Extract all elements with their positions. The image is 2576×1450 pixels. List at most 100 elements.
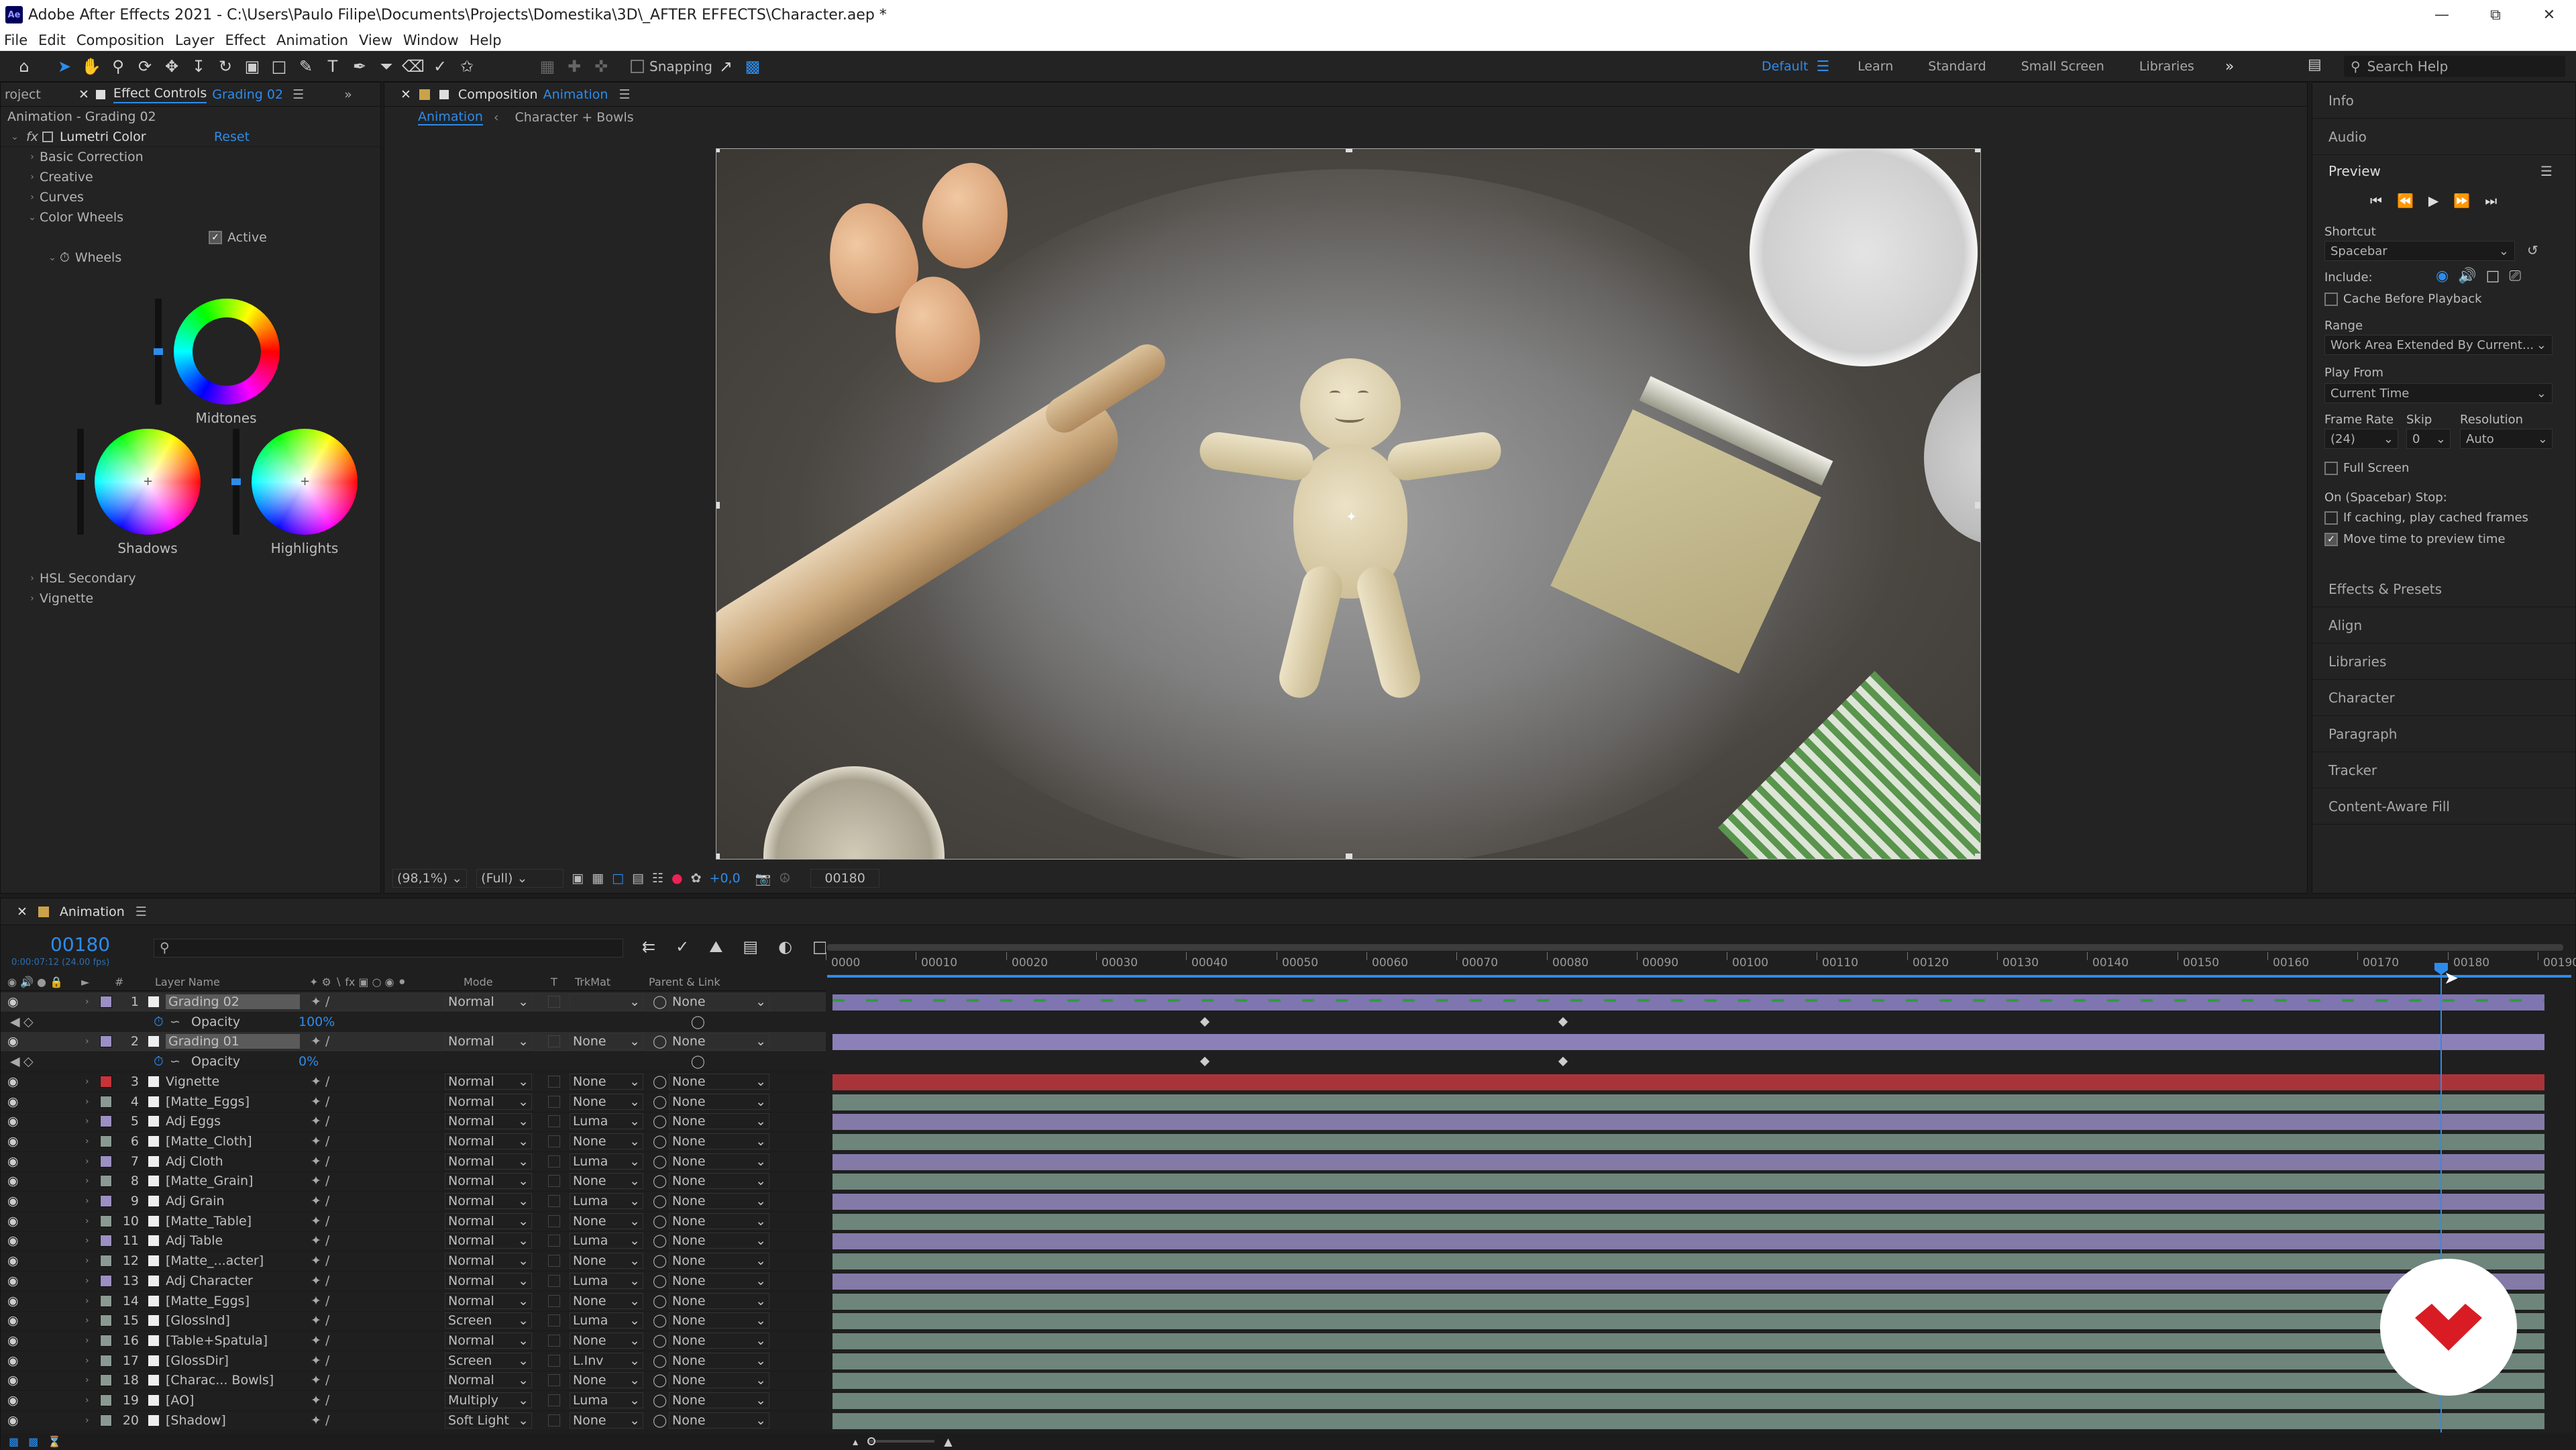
mode-dropdown[interactable]: Normal ⌄ [445,1372,532,1389]
mode-dropdown[interactable]: Normal ⌄ [445,1233,532,1249]
layer-row[interactable]: ◉ › 18 [Charac... Bowls] ✦ ∕ Normal ⌄ None ⌄ ◯ Non… [1,1371,826,1391]
trkmat-dropdown[interactable]: Luma ⌄ [570,1113,643,1130]
transform-handle[interactable] [716,149,720,152]
workspace-learn[interactable]: Learn [1858,59,1893,74]
expand-arrow-icon[interactable]: › [85,1096,100,1107]
midtones-slider[interactable] [154,299,163,405]
layer-row[interactable]: ◉ › 15 [GlossInd] ✦ ∕ Screen ⌄ Luma ⌄ ◯ None ⌄ [1,1311,826,1331]
close-tab-icon[interactable]: ✕ [78,87,89,102]
parent-dropdown[interactable]: None ⌄ [669,1273,769,1290]
highlights-slider[interactable] [231,429,241,535]
stopwatch-icon[interactable]: ⏱ [154,1015,170,1029]
close-tab-icon[interactable]: ✕ [400,87,411,102]
menu-edit[interactable]: Edit [38,32,66,48]
expand-arrow-icon[interactable]: › [85,1255,100,1266]
visibility-eye-icon[interactable]: ◉ [7,1134,25,1149]
layer-duration-bar[interactable] [833,1313,2544,1329]
paragraph-item[interactable]: Paragraph [2312,716,2575,752]
skip-dropdown[interactable]: 0 ⌄ [2406,429,2451,449]
preserve-transparency-box[interactable] [548,1275,560,1288]
pickwhip-icon[interactable]: ◯ [653,1253,669,1268]
expand-arrow-icon[interactable]: › [85,1296,100,1306]
viewer-timecode[interactable]: 00180 [810,869,879,888]
pan-camera-icon[interactable]: ✥ [158,53,185,80]
pickwhip-icon[interactable]: ◯ [653,1074,669,1089]
wheels-row[interactable]: ⌄ ⏱ Wheels [1,248,380,268]
keyframe-add-icon[interactable]: ◇ [23,1054,37,1069]
keyframe-marker[interactable] [1558,1056,1568,1067]
mask-visibility-icon[interactable]: □ [612,871,624,886]
label-color-swatch[interactable] [100,1255,112,1267]
breadcrumb-back-icon[interactable]: ‹ [494,110,499,125]
transform-handle[interactable] [1975,853,1980,859]
parent-dropdown[interactable]: None ⌄ [669,1113,769,1130]
trkmat-dropdown[interactable]: None ⌄ [570,1333,643,1349]
brush-tool-icon[interactable]: ✒ [346,53,373,80]
trkmat-dropdown[interactable]: Luma ⌄ [570,1193,643,1210]
label-color-swatch[interactable] [100,1355,112,1367]
world-axis-icon[interactable]: ✜ [588,53,614,80]
keyframe-add-icon[interactable]: ◇ [23,1015,37,1029]
visibility-eye-icon[interactable]: ◉ [7,1313,25,1328]
composition-tab-prefix[interactable]: Composition [458,87,538,102]
layer-row[interactable]: ◉ › 13 Adj Character ✦ ∕ Normal ⌄ Luma ⌄ ◯ None ⌄ [1,1272,826,1292]
keyframe-nav-icon[interactable]: ◀ [10,1015,23,1029]
exposure-value[interactable]: +0,0 [710,871,741,886]
parent-dropdown[interactable]: None ⌄ [669,1033,769,1050]
eraser-tool-icon[interactable]: ⌫ [400,53,427,80]
shadows-slider[interactable] [76,429,85,535]
fx-icon[interactable]: fx [26,130,38,144]
preserve-transparency-box[interactable] [548,1295,560,1308]
keyframe-marker[interactable] [1199,1017,1210,1027]
label-color-swatch[interactable] [100,1135,112,1148]
export-toggle-icon[interactable]: ⎚ [2509,268,2521,284]
layer-switches[interactable]: ✦ ∕ [311,1114,445,1129]
libraries-item[interactable]: Libraries [2312,643,2575,680]
mode-dropdown[interactable]: Normal ⌄ [445,1033,532,1050]
expand-arrow-icon[interactable]: › [85,1076,100,1087]
maximize-button[interactable]: ⧉ [2469,0,2522,30]
layer-name[interactable]: Adj Character [166,1274,300,1288]
pickwhip-icon[interactable]: ◯ [653,1233,669,1248]
transform-handle[interactable] [1346,149,1352,152]
layer-row[interactable]: ◉ › 19 [AO] ✦ ∕ Multiply ⌄ Luma ⌄ ◯ None ⌄ [1,1391,826,1411]
midtones-color-wheel[interactable] [174,299,280,405]
mode-dropdown[interactable]: Normal ⌄ [445,1094,532,1110]
type-tool-icon[interactable]: T [319,53,346,80]
expand-arrow-icon[interactable]: › [85,1156,100,1167]
preserve-transparency-box[interactable] [548,1314,560,1327]
trkmat-dropdown[interactable]: None ⌄ [570,1094,643,1110]
roto-brush-icon[interactable]: ✓ [427,53,453,80]
layer-row[interactable]: ◉ › 3 Vignette ✦ ∕ Normal ⌄ None ⌄ ◯ None ⌄ [1,1072,826,1092]
mode-dropdown[interactable]: Normal ⌄ [445,1293,532,1310]
pickwhip-icon[interactable]: ◯ [653,1214,669,1229]
transform-handle[interactable] [1346,853,1352,859]
layer-duration-bar[interactable] [833,1353,2544,1369]
label-color-swatch[interactable] [100,1215,112,1228]
home-icon[interactable]: ⌂ [11,53,38,80]
breadcrumb-animation[interactable]: Animation [418,109,483,125]
graph-icon[interactable]: ∽ [170,1054,186,1069]
menu-file[interactable]: File [4,32,28,48]
transform-handle[interactable] [1975,149,1980,152]
info-panel-item[interactable]: Info [2312,83,2575,119]
visibility-eye-icon[interactable]: ◉ [7,1353,25,1368]
layer-switches[interactable]: ✦ ∕ [311,1214,445,1229]
pen-tool-icon[interactable]: ✎ [292,53,319,80]
visibility-eye-icon[interactable]: ◉ [7,1233,25,1248]
parent-dropdown[interactable]: None ⌄ [669,1412,769,1429]
layer-switches[interactable]: ✦ ∕ [311,1134,445,1149]
shadows-color-wheel[interactable]: + [95,429,201,535]
guides-icon[interactable]: ▤ [632,871,644,886]
section-hsl-secondary[interactable]: › HSL Secondary [25,568,136,588]
layer-name[interactable]: Adj Table [166,1233,300,1248]
visibility-eye-icon[interactable]: ◉ [7,1253,25,1268]
parent-dropdown[interactable]: None ⌄ [669,1173,769,1190]
trkmat-dropdown[interactable]: Luma ⌄ [570,1312,643,1329]
trkmat-dropdown[interactable]: None ⌄ [570,1133,643,1150]
active-checkbox[interactable]: ✓ [209,231,222,244]
trkmat-dropdown[interactable]: None ⌄ [570,1253,643,1270]
layer-duration-bar[interactable] [833,1174,2544,1190]
layer-duration-bar[interactable] [833,1094,2544,1110]
expand-arrow-icon[interactable]: › [85,1315,100,1326]
